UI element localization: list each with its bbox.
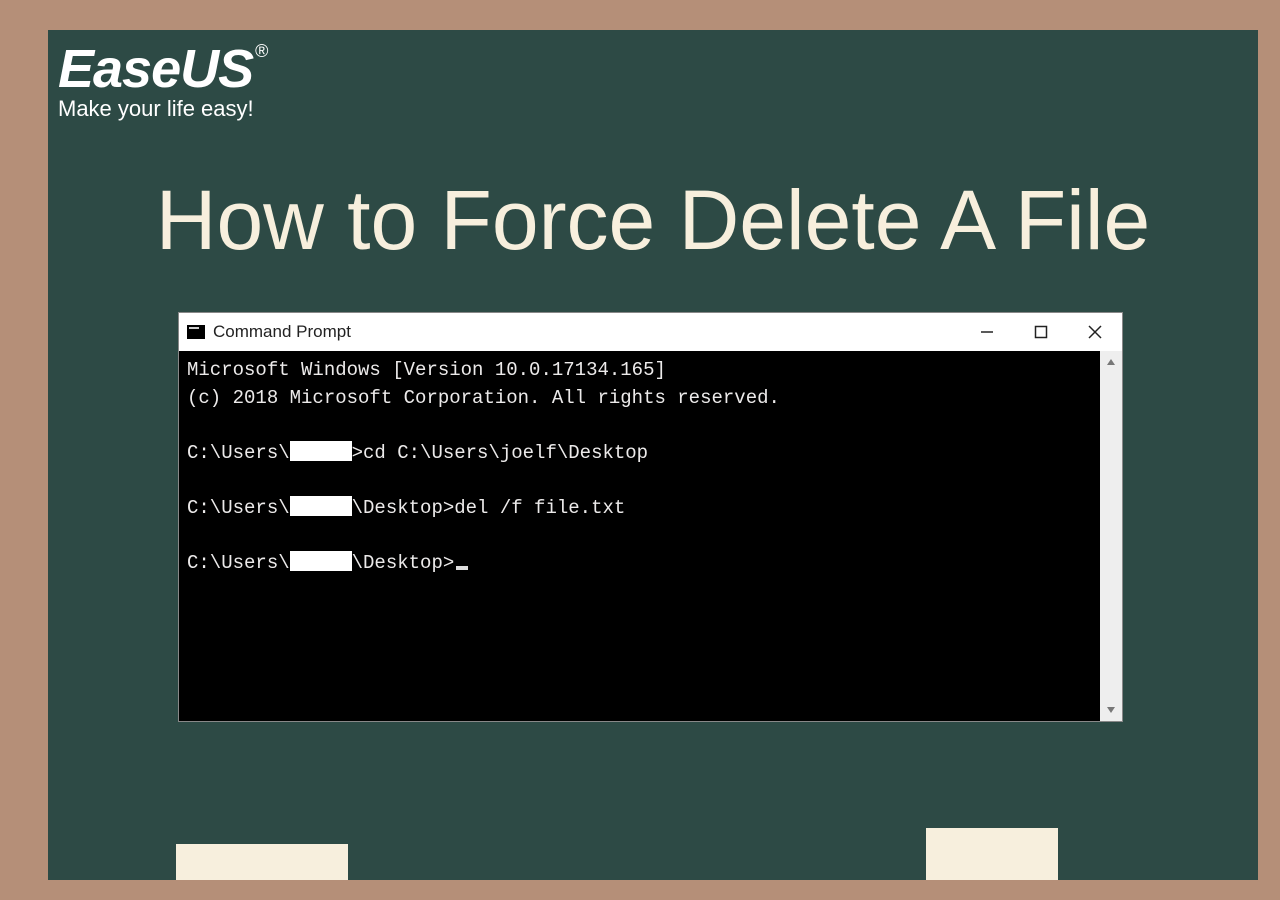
terminal-line: C:\Users\ \Desktop> [187,550,1092,578]
terminal-blank [187,467,1092,495]
brand-block: EaseUS® Make your life easy! [58,38,265,122]
window-controls [960,313,1122,351]
redacted-username [290,496,352,516]
close-button[interactable] [1068,313,1122,351]
prompt-command: >cd C:\Users\joelf\Desktop [352,442,648,464]
prompt-prefix: C:\Users\ [187,442,290,464]
page-title: How to Force Delete A File [48,172,1258,269]
prompt-prefix: C:\Users\ [187,552,290,574]
command-prompt-window: Command Prompt Microsoft Windows [Versio… [178,312,1123,722]
terminal-blank [187,522,1092,550]
scrollbar[interactable] [1100,351,1122,721]
prompt-command: \Desktop>del /f file.txt [352,497,626,519]
brand-name: EaseUS [58,39,253,99]
terminal-line: Microsoft Windows [Version 10.0.17134.16… [187,357,1092,385]
decorative-box-left [176,844,348,880]
prompt-command: \Desktop> [352,552,455,574]
main-panel: EaseUS® Make your life easy! How to Forc… [48,30,1258,880]
terminal-line: C:\Users\ \Desktop>del /f file.txt [187,495,1092,523]
terminal-blank [187,412,1092,440]
redacted-username [290,551,352,571]
terminal-body[interactable]: Microsoft Windows [Version 10.0.17134.16… [179,351,1100,721]
window-title: Command Prompt [213,322,960,342]
registered-mark: ® [255,41,267,61]
brand-logo: EaseUS® [58,38,265,100]
scroll-down-icon[interactable] [1100,699,1122,721]
scroll-up-icon[interactable] [1100,351,1122,373]
terminal-line: (c) 2018 Microsoft Corporation. All righ… [187,385,1092,413]
cursor-icon [456,566,468,570]
prompt-prefix: C:\Users\ [187,497,290,519]
window-titlebar[interactable]: Command Prompt [179,313,1122,351]
terminal-area: Microsoft Windows [Version 10.0.17134.16… [179,351,1122,721]
terminal-line: C:\Users\ >cd C:\Users\joelf\Desktop [187,440,1092,468]
redacted-username [290,441,352,461]
maximize-button[interactable] [1014,313,1068,351]
decorative-box-right [926,828,1058,880]
minimize-button[interactable] [960,313,1014,351]
command-prompt-icon [187,325,205,339]
